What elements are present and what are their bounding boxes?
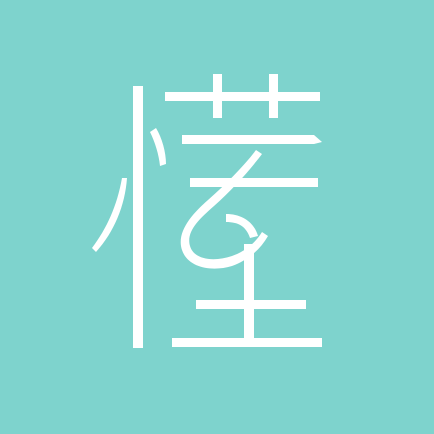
dong-character-logo-icon <box>92 74 322 348</box>
app-icon-canvas <box>0 0 434 434</box>
